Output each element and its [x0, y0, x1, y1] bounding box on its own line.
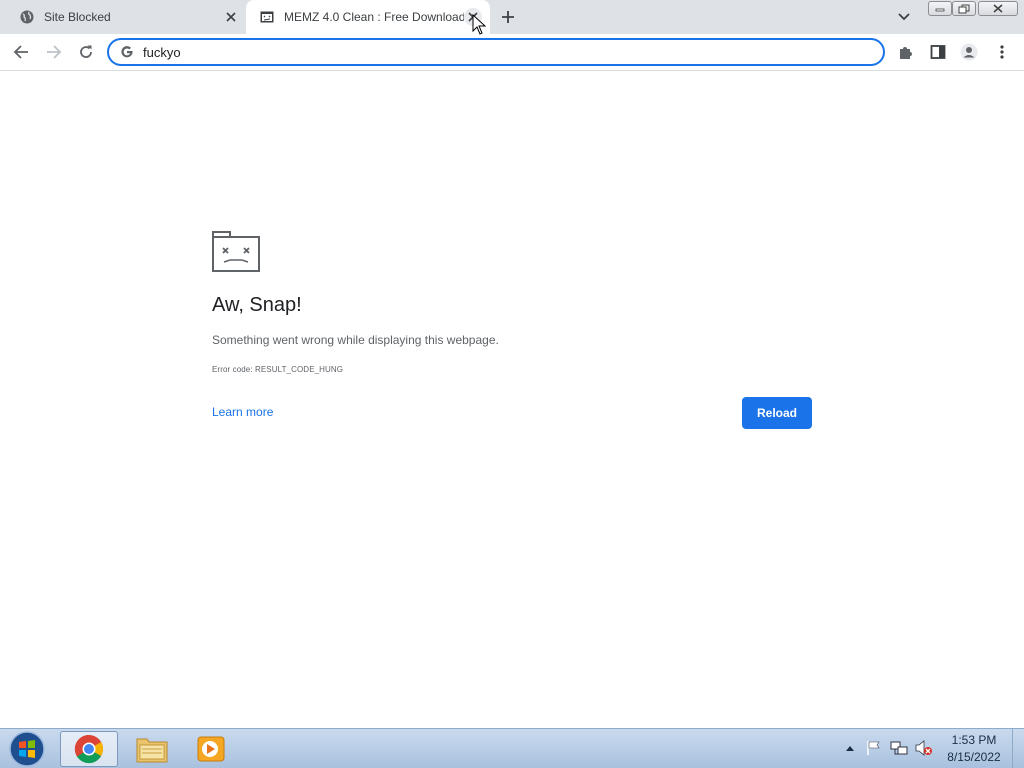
tab-title: MEMZ 4.0 Clean : Free Download	[284, 10, 464, 24]
chrome-icon[interactable]	[60, 731, 118, 767]
volume-muted-icon[interactable]	[914, 740, 934, 756]
back-button[interactable]	[10, 42, 32, 62]
start-button[interactable]	[4, 729, 50, 768]
address-input[interactable]	[143, 44, 843, 60]
close-window-button[interactable]	[978, 1, 1018, 16]
globe-icon	[20, 10, 34, 24]
reload-icon[interactable]	[75, 42, 97, 62]
clock-date[interactable]: 8/15/2022	[940, 750, 1008, 764]
error-message: Something went wrong while displaying th…	[212, 333, 499, 347]
side-panel-icon[interactable]	[927, 42, 949, 62]
profile-avatar-icon[interactable]	[958, 42, 980, 62]
minimize-button[interactable]	[928, 1, 952, 16]
tab-title: Site Blocked	[44, 10, 111, 24]
sad-tab-icon	[212, 231, 260, 272]
restore-button[interactable]	[952, 1, 976, 16]
forward-button[interactable]	[43, 42, 65, 62]
error-title: Aw, Snap!	[212, 294, 302, 316]
network-icon[interactable]	[890, 740, 908, 756]
tab-strip: Site Blocked MEMZ 4.0 Clean : Free Downl…	[0, 0, 1024, 34]
google-g-icon	[119, 44, 135, 60]
menu-kebab-icon[interactable]	[991, 42, 1013, 62]
reload-button[interactable]: Reload	[742, 397, 812, 429]
tab-search-chevron-icon[interactable]	[894, 8, 914, 26]
sad-tab-favicon-icon	[260, 10, 274, 24]
tab-memz[interactable]: MEMZ 4.0 Clean : Free Download	[246, 0, 490, 34]
learn-more-link[interactable]: Learn more	[212, 405, 273, 419]
show-desktop-button[interactable]	[1012, 729, 1024, 768]
error-code: Error code: RESULT_CODE_HUNG	[212, 365, 344, 374]
extensions-puzzle-icon[interactable]	[895, 42, 917, 62]
tab-site-blocked[interactable]: Site Blocked	[0, 0, 246, 34]
address-bar[interactable]	[107, 38, 885, 66]
new-tab-button[interactable]	[498, 7, 518, 27]
tray-expand-icon[interactable]	[844, 742, 856, 754]
clock-time[interactable]: 1:53 PM	[940, 733, 1008, 747]
action-center-flag-icon[interactable]	[866, 740, 882, 756]
mouse-cursor-icon	[472, 13, 487, 36]
media-player-icon[interactable]	[186, 731, 236, 767]
explorer-folder-icon[interactable]	[124, 731, 180, 767]
tab-close-icon[interactable]	[222, 8, 240, 26]
